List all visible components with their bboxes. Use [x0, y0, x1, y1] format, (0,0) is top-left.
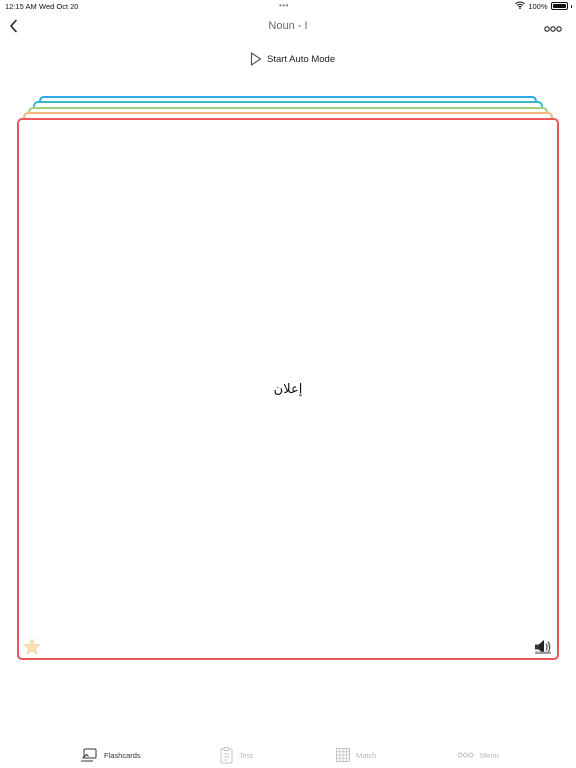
status-date: Wed Oct 20 — [39, 2, 79, 11]
auto-mode-label: Start Auto Mode — [267, 53, 336, 65]
card-word: إعلان — [273, 382, 303, 397]
more-button[interactable] — [544, 21, 562, 32]
flashcards-icon — [81, 748, 97, 762]
tab-test[interactable]: Test — [220, 746, 253, 764]
status-bar: 12:15 AM Wed Oct 20 ••• 100% — [0, 0, 576, 12]
tab-match[interactable]: Match — [336, 746, 376, 764]
battery-percent: 100% — [528, 1, 548, 11]
wifi-icon — [515, 1, 526, 11]
tab-test-label: Test — [239, 750, 253, 760]
tab-flashcards-label: Flashcards — [104, 750, 141, 760]
battery-icon — [550, 2, 568, 10]
speaker-icon — [535, 640, 551, 654]
tab-bar: Flashcards Test Match Menu — [0, 740, 576, 768]
tab-flashcards[interactable]: Flashcards — [80, 746, 141, 764]
multitask-dots[interactable]: ••• — [279, 1, 289, 11]
play-icon — [250, 52, 262, 66]
stack-card-back-1 — [39, 96, 537, 116]
clipboard-icon — [220, 746, 233, 763]
star-button[interactable] — [23, 638, 41, 656]
more-dots-icon — [544, 26, 562, 32]
battery-tip — [570, 4, 572, 8]
card-stack: إعلان — [0, 0, 576, 768]
status-time: 12:15 AM — [5, 2, 37, 11]
grid-icon — [336, 748, 350, 762]
tab-menu-label: Menu — [480, 750, 499, 760]
more-dots-icon — [457, 752, 474, 758]
start-auto-mode-button[interactable]: Start Auto Mode — [250, 52, 335, 66]
nav-bar: Noun - I — [0, 14, 576, 38]
tab-menu[interactable]: Menu — [457, 746, 499, 764]
page-title: Noun - I — [268, 20, 308, 32]
speaker-button[interactable] — [533, 637, 553, 657]
tab-match-label: Match — [356, 750, 377, 760]
star-icon — [23, 638, 41, 655]
flashcard[interactable]: إعلان — [17, 118, 559, 660]
status-right: 100% — [515, 1, 572, 11]
